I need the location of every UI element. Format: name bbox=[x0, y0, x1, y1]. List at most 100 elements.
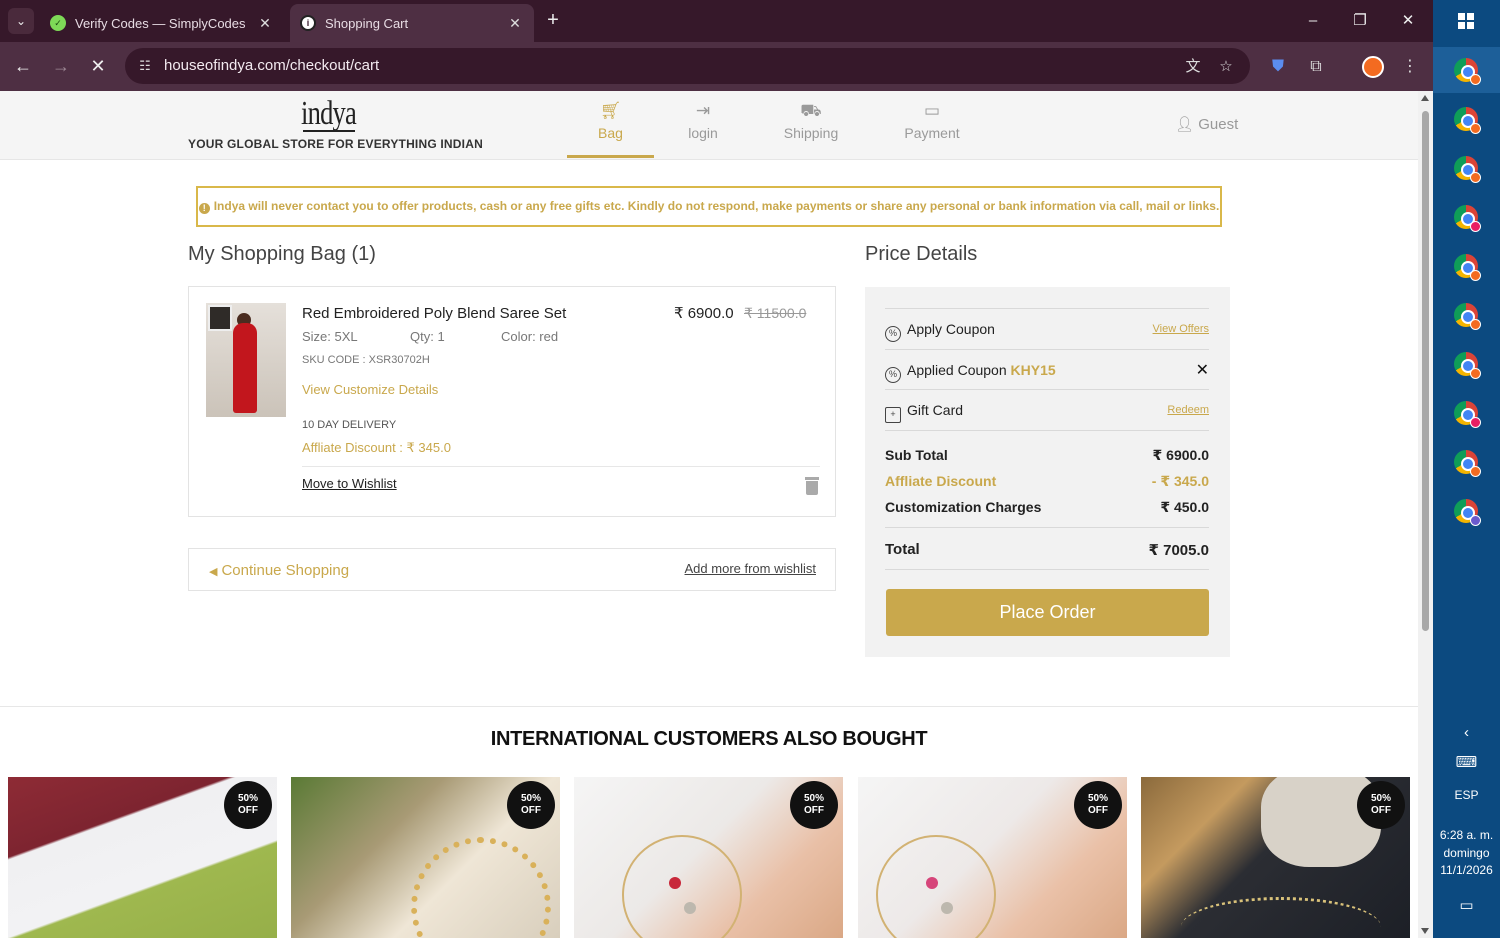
back-button[interactable]: ← bbox=[10, 54, 36, 80]
recommended-product-card[interactable]: 50% OFF bbox=[291, 777, 560, 938]
place-order-button[interactable]: Place Order bbox=[886, 589, 1209, 636]
chrome-taskbar-icon[interactable] bbox=[1454, 401, 1481, 428]
logo-underline bbox=[303, 130, 355, 132]
language-indicator[interactable]: ESP bbox=[1433, 787, 1500, 804]
product-color: Color: red bbox=[501, 329, 559, 344]
keyboard-icon[interactable]: ⌨ bbox=[1433, 753, 1500, 771]
show-hidden-icons-chevron-icon[interactable]: ‹ bbox=[1433, 724, 1500, 741]
applied-coupon-row: % Applied Coupon KHY15 ✕ bbox=[885, 362, 1209, 383]
translate-icon[interactable]: 文 bbox=[1182, 56, 1204, 78]
indya-logo[interactable]: indya bbox=[301, 95, 357, 133]
divider bbox=[885, 308, 1209, 309]
tab-shopping-cart[interactable]: i Shopping Cart ✕ bbox=[290, 4, 534, 42]
chrome-taskbar-icon[interactable] bbox=[1454, 156, 1481, 183]
chrome-taskbar-icon[interactable] bbox=[1454, 107, 1481, 134]
recommended-product-card[interactable]: 50% OFF bbox=[1141, 777, 1410, 938]
redeem-link[interactable]: Redeem bbox=[1167, 404, 1209, 416]
simplycodes-favicon-icon: ✓ bbox=[50, 15, 66, 31]
divider bbox=[885, 349, 1209, 350]
windows-start-icon[interactable] bbox=[1458, 13, 1474, 29]
chevron-down-icon: ⌄ bbox=[15, 14, 27, 28]
step-label: login bbox=[688, 125, 718, 141]
trash-icon[interactable] bbox=[804, 477, 820, 495]
chrome-taskbar-icon[interactable] bbox=[1454, 58, 1481, 85]
windows-taskbar: ‹ ⌨ ESP 6:28 a. m. domingo 11/1/2026 ▭ bbox=[1433, 0, 1500, 938]
scroll-down-icon[interactable] bbox=[1421, 928, 1429, 934]
new-tab-button[interactable]: + bbox=[542, 10, 564, 32]
step-bag[interactable]: 🛒︎ Bag bbox=[567, 91, 654, 158]
stop-loading-button[interactable]: ✕ bbox=[85, 54, 111, 80]
total-row: Total ₹ 7005.0 bbox=[885, 541, 1209, 559]
discount-badge: 50% OFF bbox=[507, 781, 555, 829]
scrollbar-thumb[interactable] bbox=[1422, 111, 1429, 631]
star-icon[interactable]: ☆ bbox=[1215, 56, 1237, 78]
apply-coupon-row: % Apply Coupon View Offers bbox=[885, 321, 1209, 342]
site-header: indya YOUR GLOBAL STORE FOR EVERYTHING I… bbox=[0, 91, 1418, 160]
gift-card-row: + Gift Card Redeem bbox=[885, 402, 1209, 423]
extensions-puzzle-icon[interactable]: ⧉ bbox=[1303, 54, 1329, 80]
total-value: ₹ 7005.0 bbox=[1148, 542, 1209, 559]
chrome-taskbar-icon[interactable] bbox=[1454, 499, 1481, 526]
clock-day[interactable]: domingo bbox=[1433, 845, 1500, 862]
affiliate-discount-row: Affliate Discount - ₹ 345.0 bbox=[885, 473, 1209, 489]
more-menu-icon[interactable]: ⋮ bbox=[1397, 54, 1423, 80]
customization-charges-row: Customization Charges ₹ 450.0 bbox=[885, 499, 1209, 515]
step-payment[interactable]: ▭ Payment bbox=[898, 91, 966, 158]
chrome-taskbar-icon[interactable] bbox=[1454, 352, 1481, 379]
fraud-notice-banner: ! Indya will never contact you to offer p… bbox=[196, 186, 1222, 227]
sub-total-value: ₹ 6900.0 bbox=[1152, 447, 1209, 463]
view-offers-link[interactable]: View Offers bbox=[1153, 323, 1209, 335]
shield-extension-icon[interactable]: ⛊ bbox=[1265, 54, 1291, 80]
chrome-taskbar-icon[interactable] bbox=[1454, 303, 1481, 330]
product-name[interactable]: Red Embroidered Poly Blend Saree Set bbox=[302, 305, 566, 322]
continue-shopping-link[interactable]: ◀ Continue Shopping bbox=[209, 562, 349, 579]
chrome-taskbar-icon[interactable] bbox=[1454, 254, 1481, 281]
guest-account[interactable]: 👤︎ Guest bbox=[1175, 115, 1238, 133]
notice-text: Indya will never contact you to offer pr… bbox=[213, 199, 1220, 213]
url-text[interactable]: houseofindya.com/checkout/cart bbox=[164, 57, 379, 74]
clock-time[interactable]: 6:28 a. m. bbox=[1433, 827, 1500, 844]
tab-simplycodes[interactable]: ✓ Verify Codes — SimplyCodes ✕ bbox=[40, 4, 284, 42]
step-label: Shipping bbox=[783, 125, 839, 141]
minimize-button[interactable]: – bbox=[1298, 8, 1328, 34]
total-label: Total bbox=[885, 541, 920, 558]
truck-icon: ⛟ bbox=[800, 101, 822, 120]
forward-button[interactable]: → bbox=[48, 54, 74, 80]
divider bbox=[885, 389, 1209, 390]
site-settings-icon[interactable]: ☷ bbox=[135, 56, 155, 76]
price-details-title: Price Details bbox=[865, 243, 978, 265]
product-qty: Qty: 1 bbox=[410, 329, 445, 344]
add-from-wishlist-link[interactable]: Add more from wishlist bbox=[685, 561, 816, 576]
notification-icon[interactable]: ▭ bbox=[1433, 896, 1500, 914]
close-tab-icon[interactable]: ✕ bbox=[506, 15, 524, 32]
chrome-taskbar-icon[interactable] bbox=[1454, 205, 1481, 232]
product-price: ₹ 6900.0 bbox=[674, 305, 734, 322]
product-size: Size: 5XL bbox=[302, 329, 358, 344]
clock-date[interactable]: 11/1/2026 bbox=[1433, 862, 1500, 879]
move-to-wishlist-link[interactable]: Move to Wishlist bbox=[302, 476, 397, 491]
step-shipping[interactable]: ⛟ Shipping bbox=[776, 91, 846, 158]
sub-total-row: Sub Total ₹ 6900.0 bbox=[885, 447, 1209, 463]
profile-avatar[interactable] bbox=[1362, 56, 1384, 78]
close-window-button[interactable]: ✕ bbox=[1393, 8, 1423, 34]
address-bar[interactable]: ☷ houseofindya.com/checkout/cart 文 ☆ bbox=[125, 48, 1250, 84]
tab-title: Verify Codes — SimplyCodes bbox=[75, 15, 246, 31]
product-thumbnail[interactable] bbox=[206, 303, 286, 417]
chrome-taskbar-icon[interactable] bbox=[1454, 450, 1481, 477]
caret-left-icon: ◀ bbox=[209, 566, 218, 578]
tab-title: Shopping Cart bbox=[325, 15, 409, 31]
scroll-up-icon[interactable] bbox=[1421, 95, 1429, 101]
recommended-product-card[interactable]: 50% OFF bbox=[574, 777, 843, 938]
step-login[interactable]: ⇥ login bbox=[670, 91, 736, 158]
recommended-product-card[interactable]: 50% OFF bbox=[8, 777, 277, 938]
indya-favicon-icon: i bbox=[300, 15, 316, 31]
view-customize-details-link[interactable]: View Customize Details bbox=[302, 382, 438, 397]
restore-button[interactable]: ❐ bbox=[1345, 8, 1375, 34]
page-scrollbar[interactable] bbox=[1418, 91, 1433, 938]
tab-search-button[interactable]: ⌄ bbox=[8, 8, 34, 34]
recommended-product-card[interactable]: 50% OFF bbox=[858, 777, 1127, 938]
remove-coupon-icon[interactable]: ✕ bbox=[1196, 360, 1209, 380]
section-divider bbox=[0, 706, 1418, 707]
tagline: YOUR GLOBAL STORE FOR EVERYTHING INDIAN bbox=[188, 137, 483, 151]
close-tab-icon[interactable]: ✕ bbox=[256, 15, 274, 32]
